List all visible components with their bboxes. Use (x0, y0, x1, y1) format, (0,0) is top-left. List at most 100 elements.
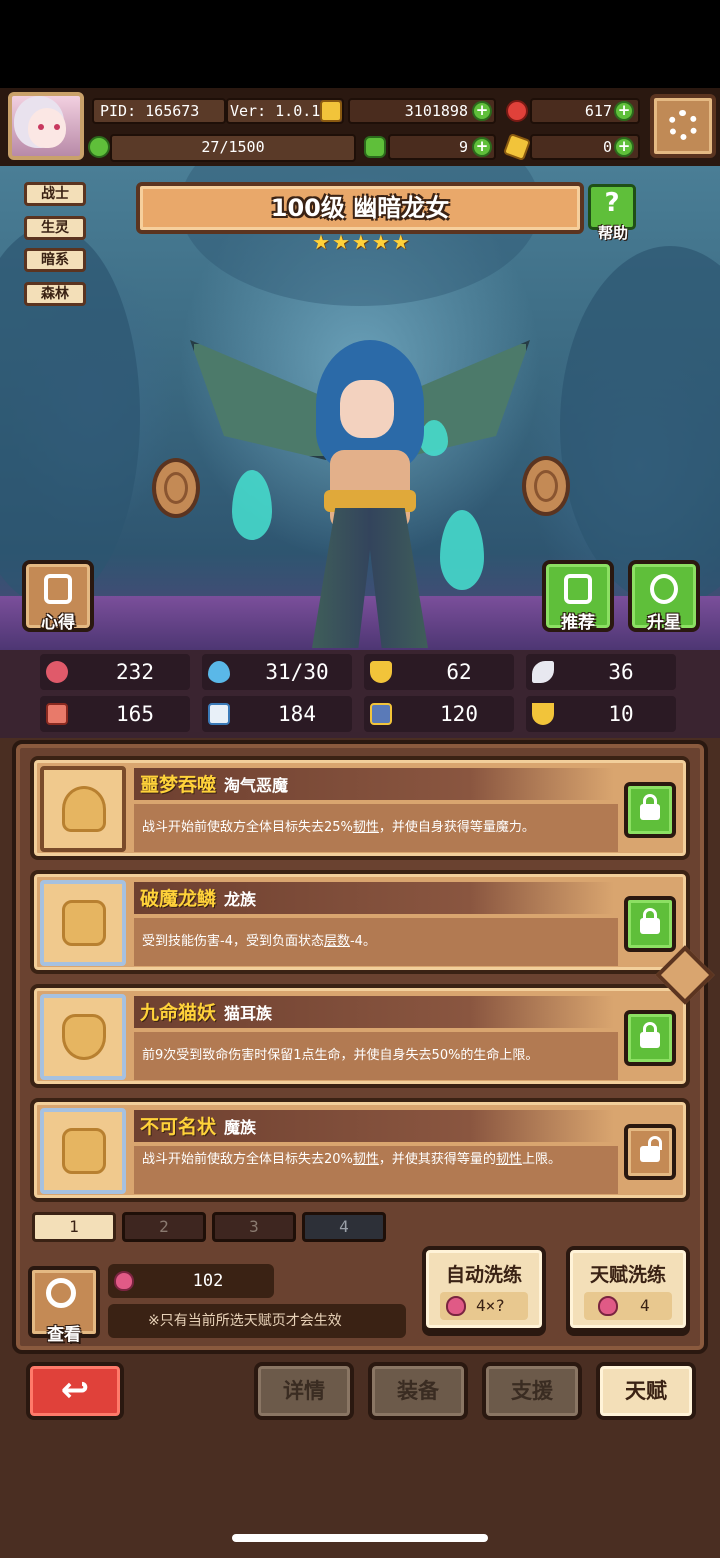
desc-keyword[interactable]: 韧性 (496, 1152, 522, 1167)
gear-icon (668, 110, 698, 140)
stat-magic-value: 184 (278, 702, 316, 726)
page-tab-4[interactable]: 4 (302, 1212, 386, 1242)
talent-desc: 受到技能伤害-4，受到负面状态层数-4。 (142, 932, 612, 952)
add-key-plus-icon[interactable]: + (614, 137, 634, 157)
desc-text: 战斗开始前使敌方全体目标失去20% (142, 1152, 353, 1167)
page-tab-3[interactable]: 3 (212, 1212, 296, 1242)
ruby-gem-icon (506, 100, 528, 122)
dragon-head-icon (62, 900, 106, 946)
player-avatar[interactable] (8, 92, 84, 160)
nav-support[interactable]: 支援 (482, 1362, 582, 1420)
hero-legs (312, 508, 428, 648)
add-gem-plus-icon[interactable]: + (614, 101, 634, 121)
help-label: 帮助 (597, 224, 628, 242)
star-badge-icon (62, 786, 106, 832)
lock-closed-icon (640, 918, 660, 934)
chevron-left-icon (164, 472, 188, 504)
talent-desc: 战斗开始前使敌方全体目标失去25%韧性，并使自身获得等量魔力。 (142, 818, 612, 838)
desc-text: ，并使自身获得等量魔力。 (378, 820, 535, 835)
star-up-label: 升星 (647, 613, 681, 633)
add-clover-plus-icon[interactable]: + (472, 137, 492, 157)
talent-card[interactable]: 九命猫妖 猫耳族 前9次受到致命伤害时保留1点生命，并使自身失去50%的生命上限… (30, 984, 690, 1088)
talent-lock-button[interactable] (624, 1124, 676, 1180)
talent-lock-button[interactable] (624, 896, 676, 952)
talent-reroll-button[interactable]: 天赋洗练 4 (566, 1246, 690, 1332)
prev-hero-button[interactable] (152, 458, 200, 518)
next-hero-button[interactable] (522, 456, 570, 516)
talent-card[interactable]: 破魔龙鳞 龙族 受到技能伤害-4，受到负面状态层数-4。 (30, 870, 690, 974)
talent-reroll-label: 天赋洗练 (589, 1264, 666, 1286)
lock-closed-icon (640, 1032, 660, 1048)
talent-type: 魔族 (224, 1118, 257, 1137)
heart-icon (46, 661, 68, 683)
stat-luck: 10 (526, 696, 676, 732)
lock-open-icon (640, 1146, 660, 1162)
stat-armor-value: 120 (440, 702, 478, 726)
desc-text: -4。 (349, 934, 376, 949)
tag-dark: 暗系 (24, 248, 86, 272)
stat-hp-value: 232 (116, 660, 154, 684)
desc-keyword[interactable]: 韧性 (353, 1152, 379, 1167)
tag-warrior: 战士 (24, 182, 86, 206)
stat-armor: 120 (364, 696, 514, 732)
back-button[interactable]: ↩ (26, 1362, 124, 1420)
star-icon: ★ (391, 230, 410, 254)
seed-count: 102 (192, 1271, 224, 1291)
talent-reroll-cost: 4 (640, 1296, 650, 1315)
stat-speed: 36 (526, 654, 676, 690)
talent-name: 破魔龙鳞 (140, 888, 217, 910)
add-gold-plus-icon[interactable]: + (472, 101, 492, 121)
talent-page-tabs: 1 2 3 4 (32, 1212, 386, 1244)
auto-reroll-button[interactable]: 自动洗练 4×? (422, 1246, 546, 1332)
talent-lock-button[interactable] (624, 1010, 676, 1066)
nav-equipment[interactable]: 装备 (368, 1362, 468, 1420)
settings-button[interactable] (650, 94, 716, 158)
peach-seed-icon (598, 1296, 618, 1316)
question-mark-icon: ? (604, 188, 620, 218)
avatar-face (28, 108, 66, 148)
hero-stars: ★ ★ ★ ★ ★ (312, 230, 410, 254)
notebook-icon (44, 574, 72, 604)
talent-icon-box (40, 1108, 126, 1194)
recommend-label: 推荐 (561, 613, 595, 633)
status-bar-area (0, 0, 720, 88)
talent-card[interactable]: 噩梦吞噬 淘气恶魔 战斗开始前使敌方全体目标失去25%韧性，并使自身获得等量魔力… (30, 756, 690, 860)
stat-mana: 31/30 (202, 654, 352, 690)
stat-attack: 165 (40, 696, 190, 732)
avatar-eye (54, 124, 60, 130)
desc-text: ，并使其获得等量的 (378, 1152, 496, 1167)
hero-title-banner: 100级 幽暗龙女 (136, 182, 584, 234)
back-arrow-icon: ↩ (60, 1370, 90, 1410)
page-tab-1[interactable]: 1 (32, 1212, 116, 1242)
stat-defense-value: 62 (446, 660, 472, 684)
desc-keyword[interactable]: 层数 (324, 934, 350, 949)
talent-icon-box (40, 880, 126, 966)
nav-details[interactable]: 详情 (254, 1362, 354, 1420)
tag-forest: 森林 (24, 282, 86, 306)
talent-lock-button[interactable] (624, 782, 676, 838)
desc-text: 受到技能伤害-4，受到负面状态 (142, 934, 324, 949)
star-icon: ★ (351, 230, 370, 254)
desc-text: 战斗开始前使敌方全体目标失去25% (142, 820, 353, 835)
page-tab-2[interactable]: 2 (122, 1212, 206, 1242)
talent-icon-box (40, 994, 126, 1080)
clover-icon (364, 136, 386, 158)
hero-sprite (300, 340, 440, 650)
spellbook-icon (208, 703, 230, 725)
talent-name: 九命猫妖 (140, 1002, 217, 1024)
notes-label: 心得 (41, 613, 75, 633)
nav-talent[interactable]: 天赋 (596, 1362, 696, 1420)
star-icon: ★ (331, 230, 350, 254)
home-indicator[interactable] (232, 1534, 488, 1542)
peach-seed-icon (446, 1296, 466, 1316)
desc-text: 上限。 (521, 1152, 561, 1167)
talent-icon-box (40, 766, 126, 852)
desc-keyword[interactable]: 韧性 (353, 820, 379, 835)
hero-title: 100级 幽暗龙女 (270, 194, 450, 222)
stats-panel: 232 31/30 62 36 165 184 120 10 (0, 650, 720, 738)
stat-mana-value: 31/30 (265, 660, 329, 684)
talent-desc: 前9次受到致命伤害时保留1点生命，并使自身失去50%的生命上限。 (142, 1046, 612, 1066)
talent-type: 龙族 (224, 890, 257, 909)
hero-face (340, 380, 394, 438)
talent-card[interactable]: 不可名状 魔族 战斗开始前使敌方全体目标失去20%韧性，并使其获得等量的韧性上限… (30, 1098, 690, 1202)
